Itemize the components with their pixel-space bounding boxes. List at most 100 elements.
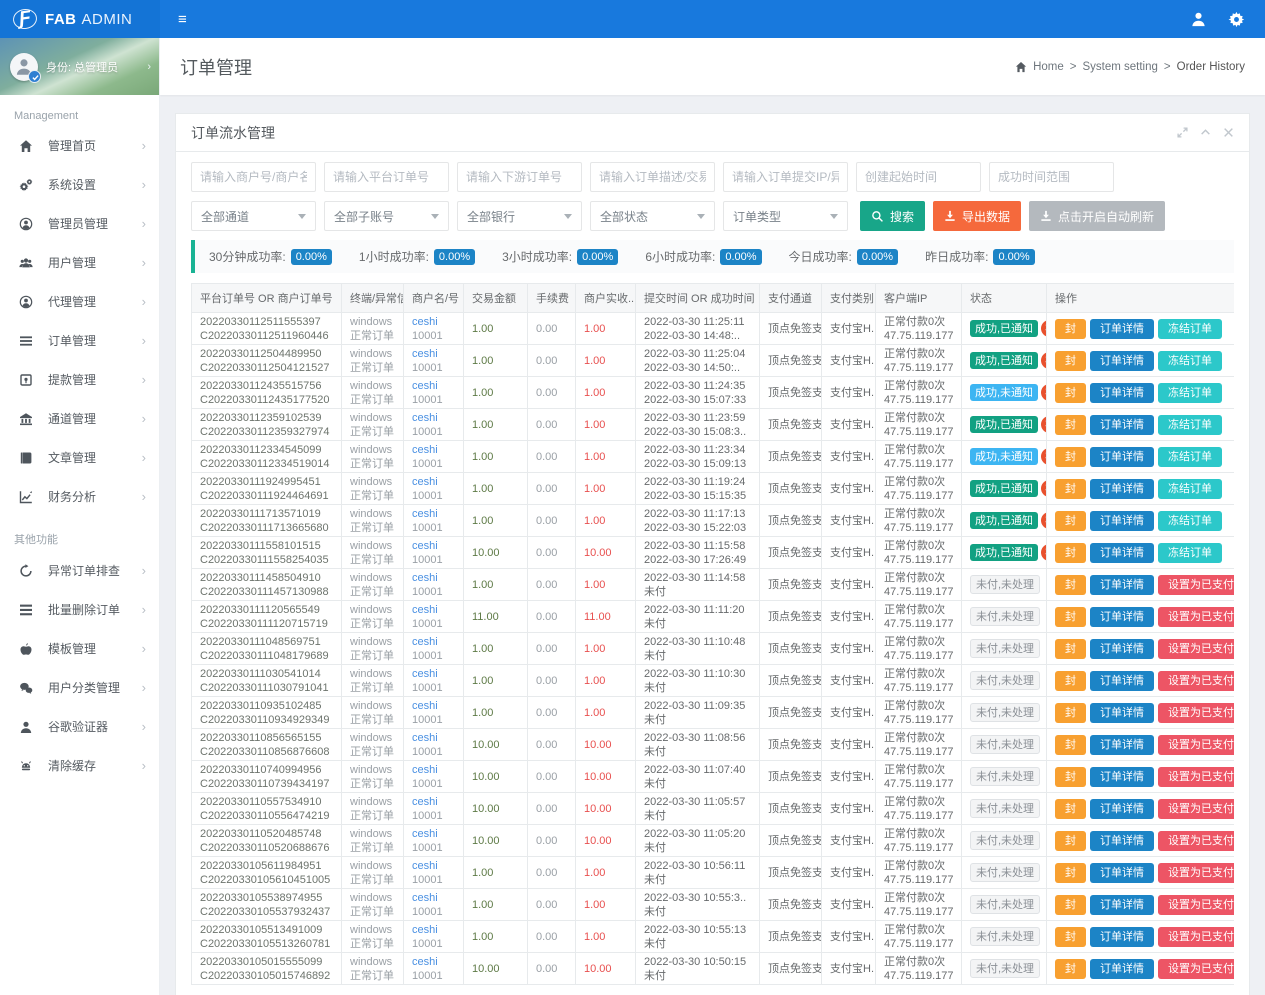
detail-button[interactable]: 订单详情 — [1090, 671, 1154, 691]
detail-button[interactable]: 订单详情 — [1090, 511, 1154, 531]
setpaid-button[interactable]: 设置为已支付 — [1158, 607, 1234, 627]
sidebar-item-gears[interactable]: 系统设置 › — [0, 165, 159, 204]
seal-button[interactable]: 封 — [1055, 639, 1086, 659]
collapse-panel-icon[interactable] — [1200, 127, 1211, 138]
filter-input-3[interactable] — [590, 162, 715, 192]
expand-panel-icon[interactable] — [1177, 127, 1188, 138]
seal-button[interactable]: 封 — [1055, 319, 1086, 339]
seal-button[interactable]: 封 — [1055, 607, 1086, 627]
merchant-name-link[interactable]: ceshi — [412, 571, 455, 585]
merchant-name-link[interactable]: ceshi — [412, 603, 455, 617]
seal-button[interactable]: 封 — [1055, 543, 1086, 563]
setpaid-button[interactable]: 设置为已支付 — [1158, 575, 1234, 595]
seal-button[interactable]: 封 — [1055, 415, 1086, 435]
sidebar-item-home[interactable]: 管理首页 › — [0, 126, 159, 165]
merchant-name-link[interactable]: ceshi — [412, 859, 455, 873]
setpaid-button[interactable]: 设置为已支付 — [1158, 703, 1234, 723]
merchant-name-link[interactable]: ceshi — [412, 955, 455, 969]
sidebar-item-safe[interactable]: 提款管理 › — [0, 360, 159, 399]
freeze-button[interactable]: 冻结订单 — [1158, 319, 1222, 339]
export-data-button[interactable]: 导出数据 — [933, 201, 1021, 231]
app-logo[interactable]: Ƒ FAB ADMIN — [0, 0, 160, 38]
seal-button[interactable]: 封 — [1055, 863, 1086, 883]
breadcrumb-system-setting[interactable]: System setting — [1082, 61, 1157, 73]
filter-input-4[interactable] — [723, 162, 848, 192]
detail-button[interactable]: 订单详情 — [1090, 447, 1154, 467]
filter-input-1[interactable] — [324, 162, 449, 192]
setpaid-button[interactable]: 设置为已支付 — [1158, 959, 1234, 979]
detail-button[interactable]: 订单详情 — [1090, 767, 1154, 787]
setpaid-button[interactable]: 设置为已支付 — [1158, 831, 1234, 851]
merchant-name-link[interactable]: ceshi — [412, 923, 455, 937]
filter-input-2[interactable] — [457, 162, 582, 192]
filter-select-0[interactable]: 全部通道 — [191, 201, 316, 231]
merchant-name-link[interactable]: ceshi — [412, 443, 455, 457]
detail-button[interactable]: 订单详情 — [1090, 863, 1154, 883]
sidebar-item-bank[interactable]: 通道管理 › — [0, 399, 159, 438]
sidebar-toggle-icon[interactable]: ≡ — [160, 0, 205, 38]
patch-badge[interactable]: 补 — [1041, 384, 1046, 401]
detail-button[interactable]: 订单详情 — [1090, 927, 1154, 947]
sidebar-item-users[interactable]: 用户管理 › — [0, 243, 159, 282]
detail-button[interactable]: 订单详情 — [1090, 799, 1154, 819]
merchant-name-link[interactable]: ceshi — [412, 731, 455, 745]
freeze-button[interactable]: 冻结订单 — [1158, 479, 1222, 499]
detail-button[interactable]: 订单详情 — [1090, 543, 1154, 563]
filter-input-0[interactable] — [191, 162, 316, 192]
user-profile[interactable]: 身份: 总管理员 › — [0, 38, 159, 95]
auto-refresh-button[interactable]: 点击开启自动刷新 — [1029, 201, 1165, 231]
merchant-name-link[interactable]: ceshi — [412, 315, 455, 329]
detail-button[interactable]: 订单详情 — [1090, 959, 1154, 979]
sidebar-item-apple[interactable]: 模板管理 › — [0, 629, 159, 668]
filter-input-5[interactable] — [856, 162, 981, 192]
sidebar-item-agent[interactable]: 代理管理 › — [0, 282, 159, 321]
patch-badge[interactable]: 补 — [1041, 320, 1046, 337]
detail-button[interactable]: 订单详情 — [1090, 639, 1154, 659]
patch-badge[interactable]: 补 — [1041, 416, 1046, 433]
seal-button[interactable]: 封 — [1055, 383, 1086, 403]
seal-button[interactable]: 封 — [1055, 671, 1086, 691]
merchant-name-link[interactable]: ceshi — [412, 667, 455, 681]
setpaid-button[interactable]: 设置为已支付 — [1158, 767, 1234, 787]
detail-button[interactable]: 订单详情 — [1090, 351, 1154, 371]
detail-button[interactable]: 订单详情 — [1090, 703, 1154, 723]
merchant-name-link[interactable]: ceshi — [412, 827, 455, 841]
filter-select-3[interactable]: 全部状态 — [590, 201, 715, 231]
sidebar-item-wechat[interactable]: 用户分类管理 › — [0, 668, 159, 707]
sidebar-item-admin[interactable]: 管理员管理 › — [0, 204, 159, 243]
detail-button[interactable]: 订单详情 — [1090, 735, 1154, 755]
sidebar-item-chart[interactable]: 财务分析 › — [0, 477, 159, 516]
filter-select-2[interactable]: 全部银行 — [457, 201, 582, 231]
setpaid-button[interactable]: 设置为已支付 — [1158, 895, 1234, 915]
seal-button[interactable]: 封 — [1055, 895, 1086, 915]
freeze-button[interactable]: 冻结订单 — [1158, 447, 1222, 467]
patch-badge[interactable]: 补 — [1041, 512, 1046, 529]
detail-button[interactable]: 订单详情 — [1090, 415, 1154, 435]
patch-badge[interactable]: 补 — [1041, 352, 1046, 369]
filter-select-1[interactable]: 全部子账号 — [324, 201, 449, 231]
close-panel-icon[interactable] — [1223, 127, 1234, 138]
merchant-name-link[interactable]: ceshi — [412, 379, 455, 393]
merchant-name-link[interactable]: ceshi — [412, 475, 455, 489]
patch-badge[interactable]: 补 — [1041, 448, 1046, 465]
user-menu-icon[interactable] — [1181, 0, 1215, 38]
merchant-name-link[interactable]: ceshi — [412, 891, 455, 905]
seal-button[interactable]: 封 — [1055, 959, 1086, 979]
setpaid-button[interactable]: 设置为已支付 — [1158, 927, 1234, 947]
detail-button[interactable]: 订单详情 — [1090, 479, 1154, 499]
sidebar-item-book[interactable]: 文章管理 › — [0, 438, 159, 477]
seal-button[interactable]: 封 — [1055, 479, 1086, 499]
merchant-name-link[interactable]: ceshi — [412, 347, 455, 361]
seal-button[interactable]: 封 — [1055, 703, 1086, 723]
seal-button[interactable]: 封 — [1055, 575, 1086, 595]
detail-button[interactable]: 订单详情 — [1090, 831, 1154, 851]
merchant-name-link[interactable]: ceshi — [412, 507, 455, 521]
sidebar-item-user[interactable]: 谷歌验证器 › — [0, 707, 159, 746]
detail-button[interactable]: 订单详情 — [1090, 895, 1154, 915]
setpaid-button[interactable]: 设置为已支付 — [1158, 639, 1234, 659]
merchant-name-link[interactable]: ceshi — [412, 411, 455, 425]
merchant-name-link[interactable]: ceshi — [412, 635, 455, 649]
sidebar-item-list[interactable]: 订单管理 › — [0, 321, 159, 360]
detail-button[interactable]: 订单详情 — [1090, 607, 1154, 627]
seal-button[interactable]: 封 — [1055, 927, 1086, 947]
